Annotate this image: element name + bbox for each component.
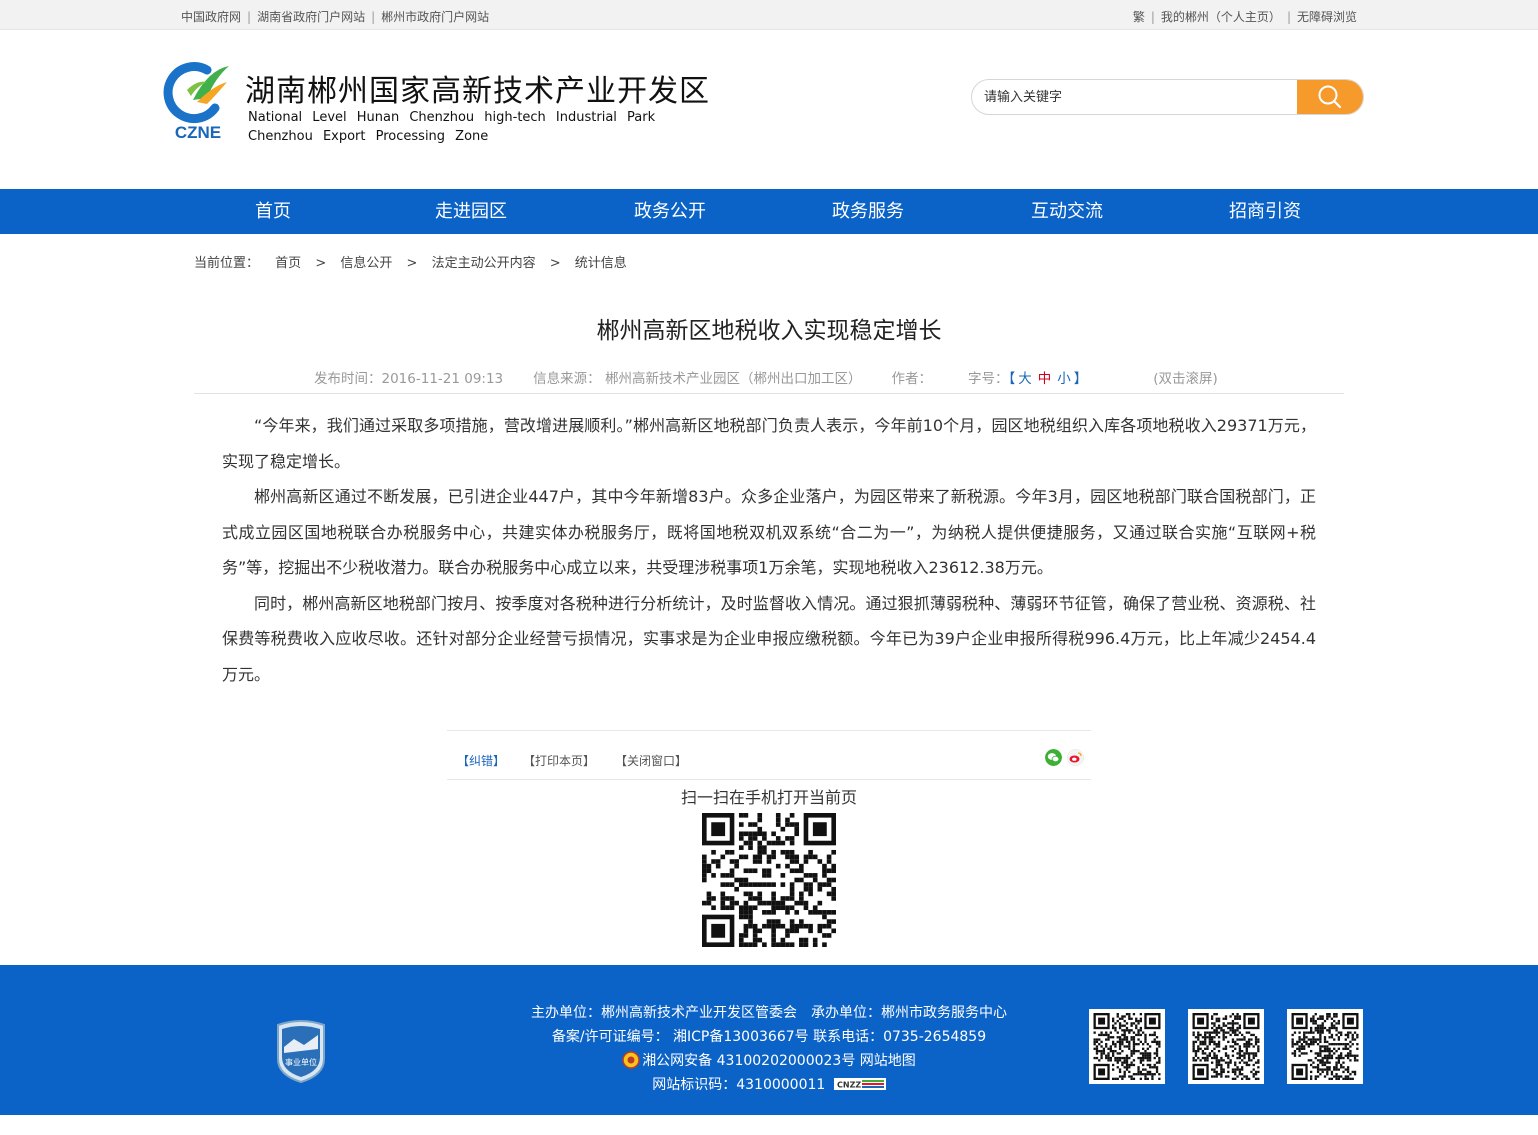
nav-item-about-park[interactable]: 走进园区 [435, 189, 507, 234]
site-title-en-line2: Chenzhou Export Processing Zone [248, 129, 489, 144]
separator: | [371, 10, 376, 24]
police-record-text[interactable]: 湘公网安备 43100202000023号 网站地图 [642, 1053, 916, 1069]
qr-code-icon [1291, 1013, 1359, 1080]
font-size-large[interactable]: 大 [1018, 371, 1032, 387]
search-icon [1318, 85, 1342, 109]
my-chenzhou-link[interactable]: 我的郴州（个人主页） [1161, 10, 1281, 24]
article-tools: 【纠错】 【打印本页】 【关闭窗口】 [447, 730, 1091, 780]
breadcrumb-item-home[interactable]: 首页 [275, 256, 301, 271]
breadcrumb-label: 当前位置： [194, 256, 260, 271]
paragraph: 同时，郴州高新区地税部门按月、按季度对各税种进行分析统计，及时监督收入情况。通过… [222, 593, 1316, 684]
footer-qr-1 [1089, 1009, 1165, 1084]
site-header: CZNE 湖南郴州国家高新技术产业开发区 National Level Huna… [0, 30, 1538, 188]
correct-button[interactable]: 【纠错】 [457, 752, 505, 769]
separator: | [1286, 10, 1291, 24]
svg-text:CZNE: CZNE [175, 123, 221, 140]
breadcrumb-separator: > [549, 256, 561, 271]
font-size-control: 字号：【大中小】 [968, 371, 1123, 387]
dblclick-scroll[interactable]: (双击滚屏) [1153, 371, 1218, 387]
qr-code-icon [1192, 1013, 1260, 1080]
separator: | [1150, 10, 1155, 24]
link-china-gov[interactable]: 中国政府网 [181, 10, 241, 24]
nav-item-gov-service[interactable]: 政务服务 [832, 189, 904, 234]
paragraph: “今年来，我们通过采取多项措施，营改增进展顺利。”郴州高新区地税部门负责人表示，… [222, 416, 1316, 471]
police-badge-icon [622, 1051, 640, 1069]
nav-item-investment[interactable]: 招商引资 [1229, 189, 1301, 234]
gov-links: 中国政府网 | 湖南省政府门户网站 | 郴州市政府门户网站 [181, 8, 489, 25]
search-button[interactable] [1297, 80, 1363, 114]
info-source: 信息来源： 郴州高新技术产业园区（郴州出口加工区） [533, 371, 862, 387]
article-meta: 发布时间：2016-11-21 09:13 信息来源： 郴州高新技术产业园区（郴州… [314, 367, 1248, 387]
site-footer: 事业单位 主办单位：郴州高新技术产业开发区管委会 承办单位：郴州市政务服务中心 … [0, 965, 1538, 1115]
nav-item-interaction[interactable]: 互动交流 [1031, 189, 1103, 234]
breadcrumb-separator: > [315, 256, 327, 271]
qr-code-icon [1093, 1013, 1161, 1080]
top-links-bar: 中国政府网 | 湖南省政府门户网站 | 郴州市政府门户网站 繁 | 我的郴州（个人主页） | 无… [0, 0, 1538, 30]
author: 作者： [891, 371, 932, 387]
site-title-en-line1: National Level Hunan Chenzhou high-tech … [248, 110, 656, 125]
traditional-chinese-link[interactable]: 繁 [1133, 10, 1145, 24]
nav-item-gov-affairs[interactable]: 政务公开 [634, 189, 706, 234]
print-button[interactable]: 【打印本页】 [523, 752, 595, 769]
link-hunan-gov[interactable]: 湖南省政府门户网站 [257, 10, 365, 24]
utility-links: 繁 | 我的郴州（个人主页） | 无障碍浏览 [1133, 8, 1357, 25]
site-title-cn: 湖南郴州国家高新技术产业开发区 [245, 74, 710, 109]
svg-text:CNZZ: CNZZ [837, 1081, 861, 1090]
article-body: “今年来，我们通过采取多项措施，营改增进展顺利。”郴州高新区地税部门负责人表示，… [222, 408, 1316, 692]
divider [194, 393, 1344, 394]
font-size-medium[interactable]: 中 [1038, 371, 1052, 387]
breadcrumb: 当前位置： 首页 > 信息公开 > 法定主动公开内容 > 统计信息 [194, 252, 627, 271]
cnzz-stat-icon[interactable]: CNZZ [833, 1078, 886, 1090]
breadcrumb-item-statutory[interactable]: 法定主动公开内容 [432, 256, 536, 271]
font-size-label: 字号： [967, 371, 1009, 387]
close-window-button[interactable]: 【关闭窗口】 [615, 752, 687, 769]
footer-qr-3 [1287, 1009, 1363, 1084]
page-qr-code [702, 813, 836, 947]
link-chenzhou-gov[interactable]: 郴州市政府门户网站 [381, 10, 489, 24]
breadcrumb-item-statistics[interactable]: 统计信息 [575, 256, 627, 271]
breadcrumb-separator: > [406, 256, 418, 271]
separator: | [247, 10, 252, 24]
search-box [971, 79, 1364, 115]
breadcrumb-item-info[interactable]: 信息公开 [340, 256, 392, 271]
main-nav: 首页 走进园区 政务公开 政务服务 互动交流 招商引资 [0, 189, 1538, 234]
site-id-text: 网站标识码：4310000011 [652, 1077, 826, 1093]
font-size-small[interactable]: 小 [1057, 371, 1071, 387]
paragraph: 郴州高新区通过不断发展，已引进企业447户，其中今年新增83户。众多企业落户，为… [222, 487, 1316, 577]
bracket: 【 [1008, 371, 1016, 387]
logo-icon: CZNE [163, 62, 229, 142]
search-input[interactable] [972, 80, 1298, 114]
qr-caption: 扫一扫在手机打开当前页 [680, 788, 857, 807]
accessibility-link[interactable]: 无障碍浏览 [1297, 10, 1357, 24]
publish-time: 发布时间：2016-11-21 09:13 [314, 371, 504, 387]
weibo-icon[interactable] [1067, 749, 1084, 766]
wechat-icon[interactable] [1045, 749, 1062, 766]
site-logo[interactable]: CZNE [163, 60, 233, 142]
article-title: 郴州高新区地税收入实现稳定增长 [596, 318, 942, 344]
bracket: 】 [1073, 371, 1088, 387]
nav-item-home[interactable]: 首页 [255, 189, 291, 234]
footer-qr-2 [1188, 1009, 1264, 1084]
